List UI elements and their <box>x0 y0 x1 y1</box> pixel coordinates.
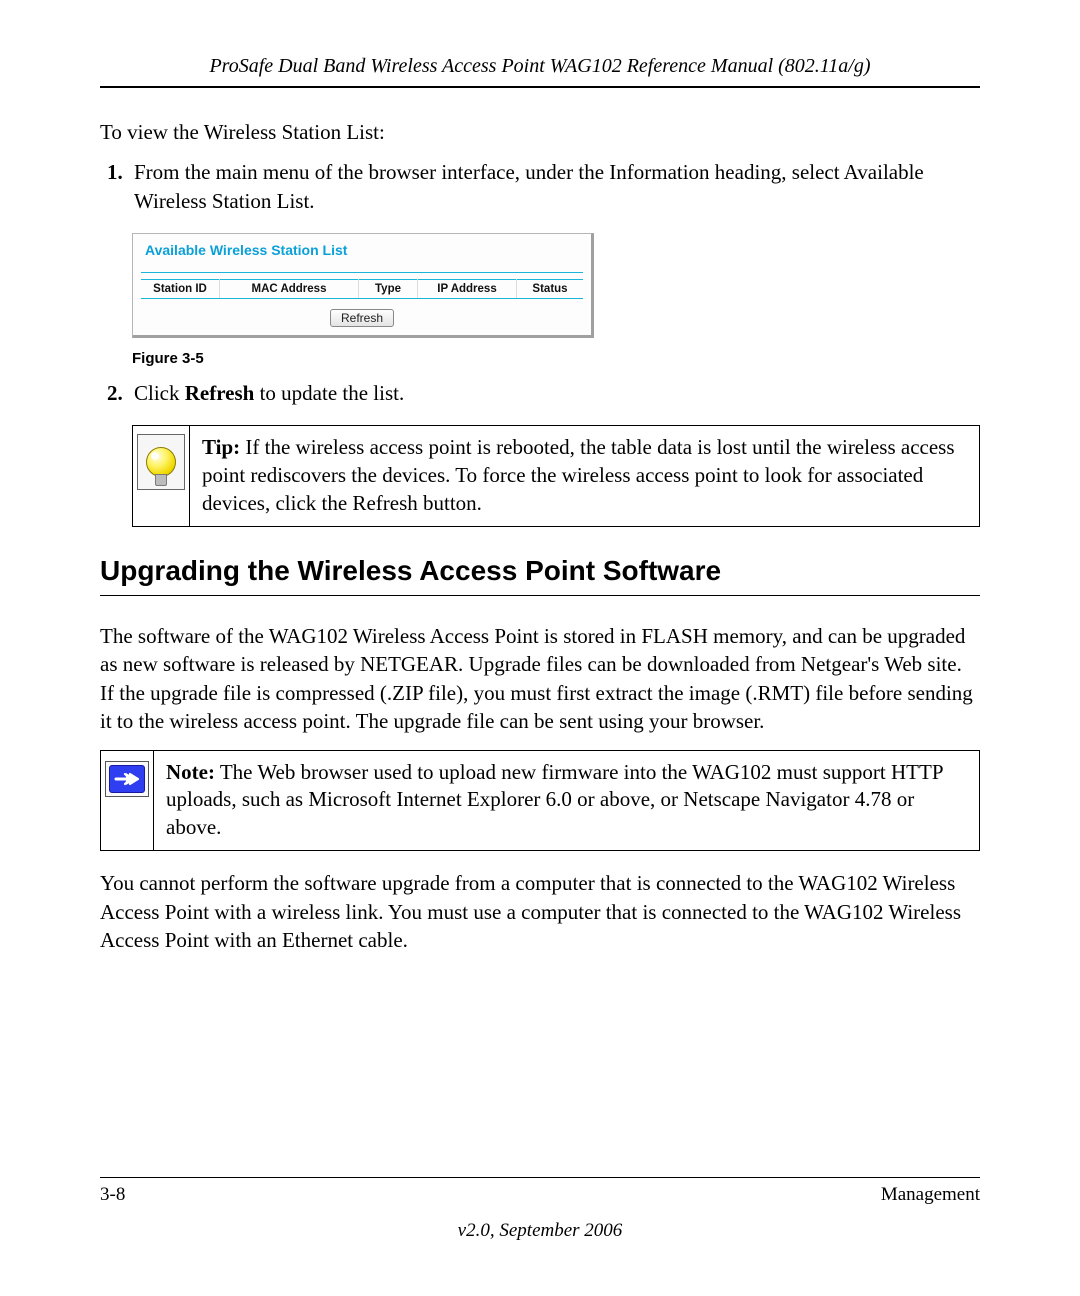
step-1: From the main menu of the browser interf… <box>128 158 980 215</box>
note-icon-cell <box>101 751 154 851</box>
section-rule <box>100 595 980 596</box>
figure-caption: Figure 3-5 <box>132 350 980 367</box>
col-mac-address: MAC Address <box>220 280 359 299</box>
page-footer: 3-8 Management v2.0, September 2006 <box>100 1169 980 1242</box>
col-status: Status <box>517 280 584 299</box>
tip-callout: Tip: If the wireless access point is reb… <box>132 425 980 527</box>
footer-rule <box>100 1177 980 1178</box>
panel-title: Available Wireless Station List <box>141 240 583 272</box>
footer-page-number: 3-8 <box>100 1184 125 1206</box>
note-text: Note: The Web browser used to upload new… <box>154 751 979 851</box>
panel-title-underline <box>141 272 583 273</box>
step2-suffix: to update the list. <box>254 381 404 405</box>
steps-list: From the main menu of the browser interf… <box>100 158 980 215</box>
paragraph-2: You cannot perform the software upgrade … <box>100 869 980 954</box>
header-rule <box>100 86 980 88</box>
tip-label: Tip: <box>202 435 240 459</box>
tip-text: Tip: If the wireless access point is reb… <box>190 426 979 526</box>
paragraph-1: The software of the WAG102 Wireless Acce… <box>100 622 980 735</box>
col-station-id: Station ID <box>141 280 220 299</box>
intro-text: To view the Wireless Station List: <box>100 118 980 146</box>
arrow-icon <box>105 761 149 797</box>
step2-prefix: Click <box>134 381 185 405</box>
note-callout: Note: The Web browser used to upload new… <box>100 750 980 852</box>
section-heading: Upgrading the Wireless Access Point Soft… <box>100 555 980 587</box>
refresh-button[interactable]: Refresh <box>330 309 394 327</box>
col-ip-address: IP Address <box>418 280 517 299</box>
tip-body: If the wireless access point is rebooted… <box>202 435 955 515</box>
station-list-table: Station ID MAC Address Type IP Address S… <box>141 279 583 299</box>
step2-bold: Refresh <box>185 381 255 405</box>
footer-section: Management <box>881 1184 980 1206</box>
available-wireless-station-list-panel: Available Wireless Station List Station … <box>132 233 594 338</box>
lightbulb-icon <box>137 434 185 490</box>
note-label: Note: <box>166 760 215 784</box>
col-type: Type <box>359 280 418 299</box>
running-header: ProSafe Dual Band Wireless Access Point … <box>100 55 980 78</box>
step-2: Click Refresh to update the list. <box>128 379 980 407</box>
note-body: The Web browser used to upload new firmw… <box>166 760 943 840</box>
footer-version: v2.0, September 2006 <box>100 1220 980 1242</box>
steps-list-2: Click Refresh to update the list. <box>100 379 980 407</box>
tip-icon-cell <box>133 426 190 526</box>
